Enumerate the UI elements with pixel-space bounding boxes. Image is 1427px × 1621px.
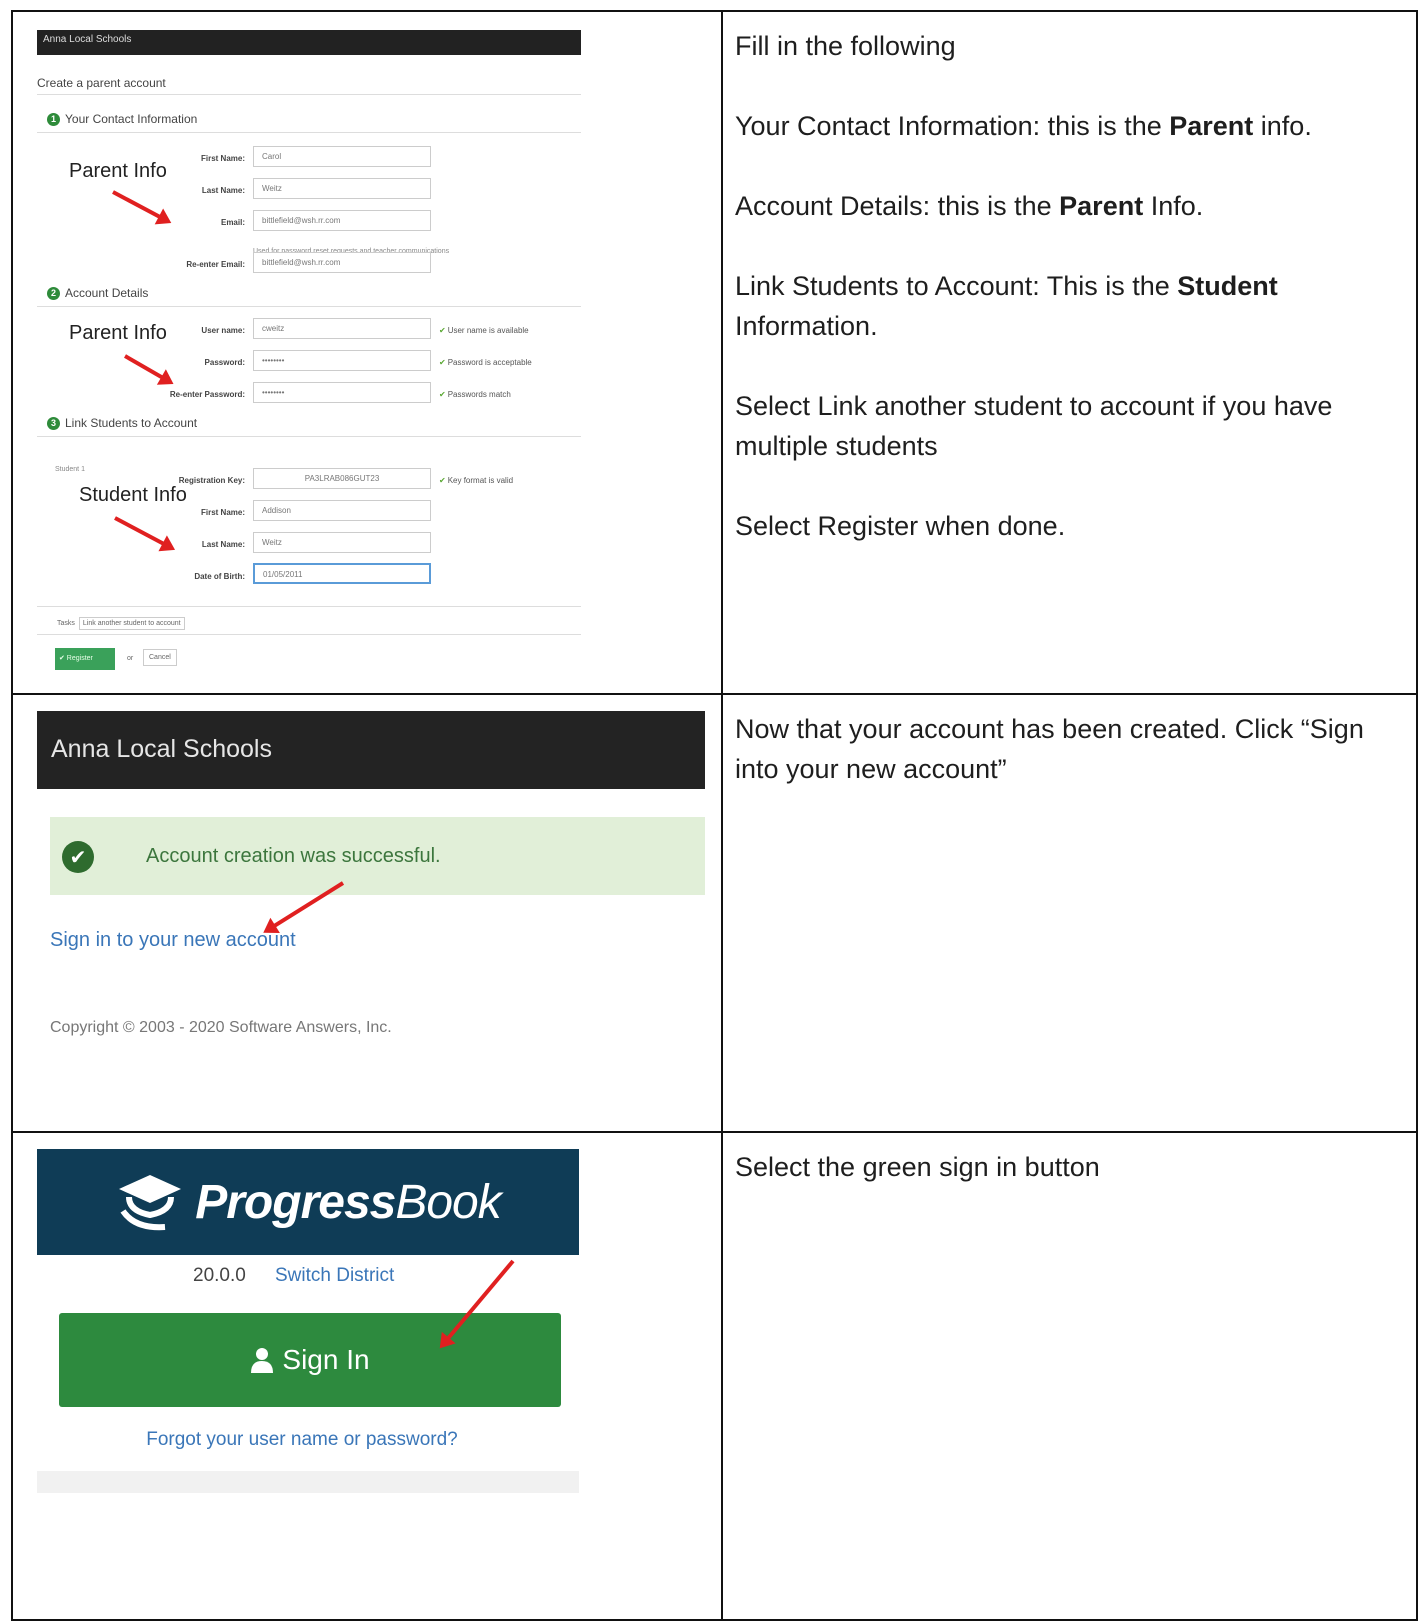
check-icon: ✔ xyxy=(439,358,446,367)
annotation-parent-info: Parent Info xyxy=(69,160,167,182)
section-account-details: 2 Account Details xyxy=(47,286,148,300)
sign-in-new-account-link[interactable]: Sign in to your new account xyxy=(50,929,296,952)
instruction-table: Anna Local Schools Create a parent accou… xyxy=(11,10,1418,1621)
version-label: 20.0.0 xyxy=(193,1265,246,1286)
success-message: Account creation was successful. xyxy=(146,845,441,867)
last-name-input[interactable]: Weitz xyxy=(253,178,431,199)
reg-key-status: ✔ Key format is valid xyxy=(439,476,514,485)
student-last-name-input[interactable]: Weitz xyxy=(253,532,431,553)
forgot-credentials-link[interactable]: Forgot your user name or password? xyxy=(25,1429,567,1451)
screenshot-cell: Anna Local Schools ✔ Account creation wa… xyxy=(11,693,723,1133)
section-number-badge: 3 xyxy=(47,416,60,430)
annotation-parent-info: Parent Info xyxy=(69,322,167,344)
app-header: Anna Local Schools xyxy=(37,711,705,789)
email-label: Email: xyxy=(220,218,245,227)
annotation-student-info: Student Info xyxy=(79,484,187,506)
reenter-email-label: Re-enter Email: xyxy=(186,260,245,269)
section-number-badge: 1 xyxy=(47,112,60,126)
section-title: Link Students to Account xyxy=(65,416,198,430)
graduation-cap-icon xyxy=(119,1175,182,1231)
section-title: Your Contact Information xyxy=(65,112,198,126)
instruction-paragraph: Link Students to Account: This is the St… xyxy=(735,271,1278,341)
progressbook-logo: Progress Book xyxy=(195,1175,502,1229)
screenshot-cell: Anna Local Schools Create a parent accou… xyxy=(11,10,723,695)
reenter-password-label: Re-enter Password: xyxy=(169,390,245,399)
divider xyxy=(37,436,581,437)
section-title: Account Details xyxy=(65,286,149,300)
divider xyxy=(37,634,581,635)
switch-district-link[interactable]: Switch District xyxy=(275,1265,394,1287)
link-another-student-button[interactable]: Link another student to account xyxy=(78,617,185,630)
section-link-students: 3 Link Students to Account xyxy=(47,416,197,430)
instruction-text: Fill in the following Your Contact Infor… xyxy=(723,12,1416,546)
instruction-text: Now that your account has been created. … xyxy=(723,695,1416,789)
student-label: Student 1 xyxy=(55,466,85,473)
page-title: Create a parent account xyxy=(37,76,166,90)
user-icon xyxy=(251,1348,274,1373)
instruction-paragraph: Your Contact Information: this is the Pa… xyxy=(735,111,1312,141)
student-first-name-label: First Name: xyxy=(200,508,245,517)
table-row: Anna Local Schools ✔ Account creation wa… xyxy=(11,693,1418,1133)
panel-footer xyxy=(37,1471,579,1493)
check-icon: ✔ xyxy=(439,476,446,485)
instruction-paragraph: Account Details: this is the Parent Info… xyxy=(735,191,1204,221)
divider xyxy=(37,606,581,607)
check-circle-icon: ✔ xyxy=(62,841,94,873)
app-title-bar: Anna Local Schools xyxy=(37,30,581,55)
username-status: ✔ User name is available xyxy=(439,326,529,335)
table-row: Anna Local Schools Create a parent accou… xyxy=(11,10,1418,695)
instruction-paragraph: Select Register when done. xyxy=(735,511,1066,541)
instruction-cell: Fill in the following Your Contact Infor… xyxy=(721,10,1418,695)
registration-key-input[interactable]: PA3LRAB086GUT23 xyxy=(253,468,431,489)
progressbook-signin-screenshot: Progress Book 20.0.0 Switch District Sign… xyxy=(25,1149,715,1619)
table-row: Progress Book 20.0.0 Switch District Sign… xyxy=(11,1131,1418,1621)
register-button[interactable]: ✔ Register xyxy=(55,648,115,670)
cancel-button[interactable]: Cancel xyxy=(143,649,177,666)
divider xyxy=(37,132,581,133)
instruction-cell: Select the green sign in button xyxy=(721,1131,1418,1621)
instruction-paragraph: Fill in the following xyxy=(735,31,956,61)
progressbook-header: Progress Book xyxy=(37,1149,579,1255)
password-status: ✔ Password is acceptable xyxy=(439,358,532,367)
sign-in-label: Sign In xyxy=(282,1344,370,1375)
screenshot-cell: Progress Book 20.0.0 Switch District Sign… xyxy=(11,1131,723,1621)
reenter-password-input[interactable]: •••••••• xyxy=(253,382,431,403)
link-student-row: Tasks Link another student to account xyxy=(57,617,185,630)
check-icon: ✔ xyxy=(439,390,446,399)
email-input[interactable]: bittlefield@wsh.rr.com xyxy=(253,210,431,231)
student-last-name-label: Last Name: xyxy=(201,540,245,549)
or-label: or xyxy=(127,655,134,662)
divider xyxy=(37,94,581,95)
divider xyxy=(37,306,581,307)
success-alert: ✔ Account creation was successful. xyxy=(50,817,705,895)
copyright: Copyright © 2003 - 2020 Software Answers… xyxy=(50,1019,392,1036)
username-input[interactable]: cweitz xyxy=(253,318,431,339)
instruction-paragraph: Select Link another student to account i… xyxy=(735,391,1333,461)
password-input[interactable]: •••••••• xyxy=(253,350,431,371)
last-name-label: Last Name: xyxy=(201,186,245,195)
instruction-text: Select the green sign in button xyxy=(723,1133,1416,1187)
dob-label: Date of Birth: xyxy=(194,572,245,581)
student-first-name-input[interactable]: Addison xyxy=(253,500,431,521)
section-number-badge: 2 xyxy=(47,286,60,300)
sign-in-button[interactable]: Sign In xyxy=(59,1313,561,1407)
first-name-input[interactable]: Carol xyxy=(253,146,431,167)
instruction-paragraph: Now that your account has been created. … xyxy=(735,714,1364,784)
reenter-password-status: ✔ Passwords match xyxy=(439,390,511,399)
check-icon: ✔ xyxy=(439,326,446,335)
dob-input[interactable]: 01/05/2011 xyxy=(253,563,431,584)
section-contact-info: 1 Your Contact Information xyxy=(47,112,197,126)
instruction-paragraph: Select the green sign in button xyxy=(735,1152,1100,1182)
account-created-screenshot: Anna Local Schools ✔ Account creation wa… xyxy=(25,711,715,1131)
registration-form-screenshot: Anna Local Schools Create a parent accou… xyxy=(25,30,715,690)
reenter-email-input[interactable]: bittlefield@wsh.rr.com xyxy=(253,252,431,273)
instruction-cell: Now that your account has been created. … xyxy=(721,693,1418,1133)
